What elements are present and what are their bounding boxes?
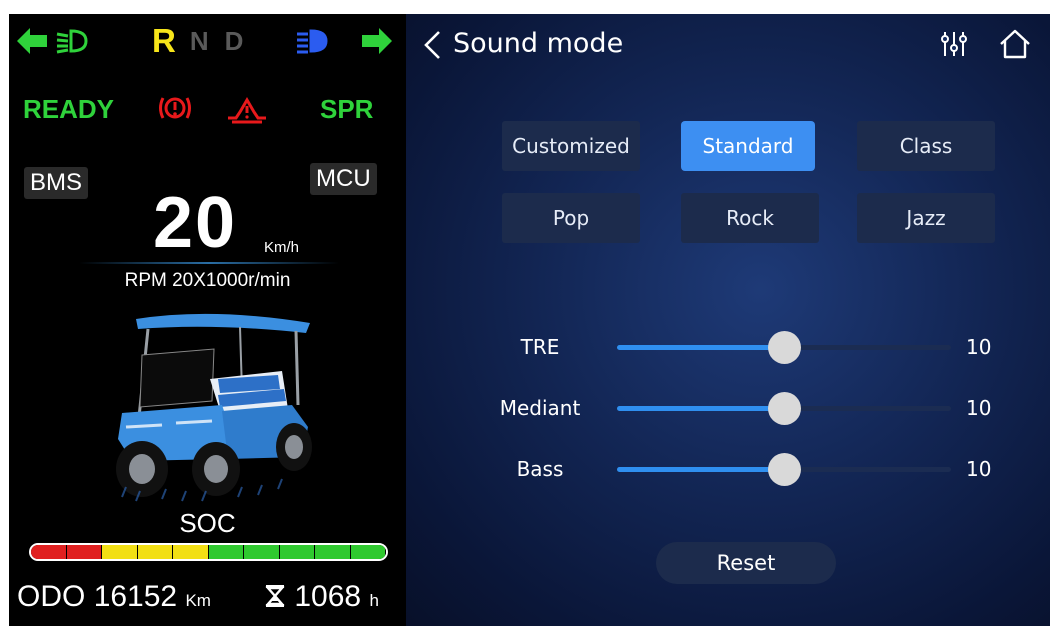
speed-value: 20 <box>153 183 238 263</box>
fault-warning-icon <box>224 94 270 129</box>
mediant-slider[interactable] <box>617 392 951 425</box>
mode-jazz-button[interactable]: Jazz <box>857 193 995 243</box>
mode-class-button[interactable]: Class <box>857 121 995 171</box>
mcu-label: MCU <box>310 163 377 195</box>
odo-label: ODO <box>17 580 86 613</box>
divider <box>79 262 339 264</box>
left-turn-icon <box>17 24 47 58</box>
gear-n: N <box>189 26 209 56</box>
page-title: Sound mode <box>453 28 624 59</box>
instrument-cluster: R N D READY SPR BMS MCU 20 Km/h RPM 20X1… <box>9 14 406 626</box>
hourglass-icon <box>265 585 285 607</box>
bass-slider[interactable] <box>617 453 951 486</box>
soc-segment <box>31 545 67 559</box>
soc-segment <box>315 545 351 559</box>
soc-segment <box>279 545 315 559</box>
bms-label: BMS <box>24 167 89 199</box>
equalizer-icon[interactable] <box>940 30 968 58</box>
slider-knob[interactable] <box>768 331 801 364</box>
slider-fill <box>617 345 784 350</box>
slider-fill <box>617 406 784 411</box>
slider-knob[interactable] <box>768 453 801 486</box>
high-beam-icon <box>295 24 331 58</box>
soc-segment <box>244 545 280 559</box>
tre-slider[interactable] <box>617 331 951 364</box>
right-turn-icon <box>362 24 392 58</box>
slider-value: 10 <box>966 335 992 359</box>
gear-r: R <box>152 22 176 59</box>
slider-label: Bass <box>516 457 564 481</box>
slider-row-bass: Bass 10 <box>406 449 1050 489</box>
ready-status: READY <box>23 94 115 124</box>
spr-status: SPR <box>320 94 374 124</box>
slider-knob[interactable] <box>768 392 801 425</box>
odometer: ODO 16152 Km <box>17 580 211 614</box>
soc-segment <box>66 545 102 559</box>
rpm-readout: RPM 20X1000r/min <box>124 270 291 291</box>
soc-segment <box>208 545 244 559</box>
gear-indicator: R N D <box>152 24 243 58</box>
dashboard-screen: R N D READY SPR BMS MCU 20 Km/h RPM 20X1… <box>9 14 1050 626</box>
slider-label: Mediant <box>499 396 581 420</box>
hour-meter: 1068 h <box>264 580 379 614</box>
sound-mode-panel: Sound mode Customized Standard Class Pop… <box>406 14 1050 626</box>
home-icon[interactable] <box>998 28 1032 60</box>
slider-value: 10 <box>966 457 992 481</box>
slider-label: TRE <box>520 335 560 359</box>
odo-unit: Km <box>185 591 211 610</box>
hours-value: 1068 <box>294 580 362 613</box>
gear-d: D <box>224 26 244 56</box>
soc-battery-bar <box>29 543 388 561</box>
soc-label: SOC <box>179 508 236 538</box>
speed-unit: Km/h <box>264 239 300 256</box>
top-bar: Sound mode <box>406 14 1050 78</box>
soc-segment <box>137 545 173 559</box>
slider-row-mediant: Mediant 10 <box>406 388 1050 428</box>
soc-segment <box>173 545 209 559</box>
soc-segment <box>102 545 138 559</box>
reset-button[interactable]: Reset <box>656 542 836 584</box>
slider-fill <box>617 467 784 472</box>
hours-unit: h <box>369 591 379 610</box>
mode-standard-button[interactable]: Standard <box>681 121 815 171</box>
mode-rock-button[interactable]: Rock <box>681 193 819 243</box>
back-chevron-icon[interactable] <box>422 30 444 60</box>
parking-brake-icon <box>157 92 193 129</box>
slider-row-tre: TRE 10 <box>406 327 1050 367</box>
odo-value: 16152 <box>93 580 178 613</box>
low-beam-icon <box>55 24 91 58</box>
mode-pop-button[interactable]: Pop <box>502 193 640 243</box>
mode-customized-button[interactable]: Customized <box>502 121 640 171</box>
soc-segment <box>350 545 386 559</box>
slider-value: 10 <box>966 396 992 420</box>
golf-cart-image <box>116 313 312 502</box>
